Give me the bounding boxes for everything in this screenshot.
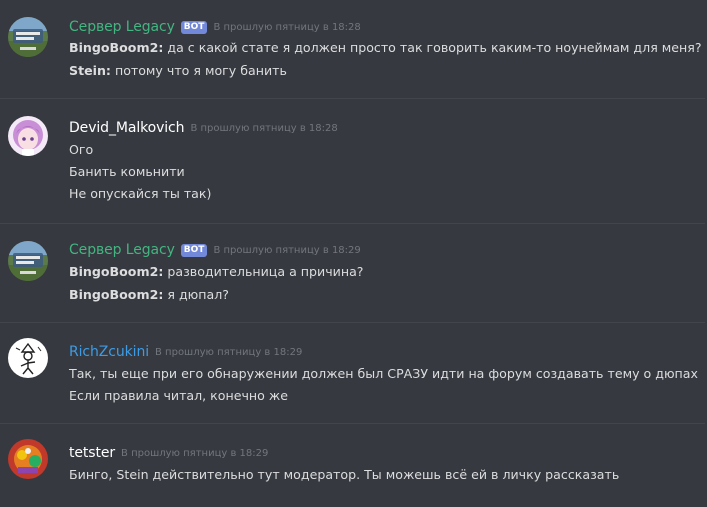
message-text: Так, ты еще при его обнаружении должен б… <box>69 366 698 381</box>
message-header: Devid_Malkovich В прошлую пятницу в 18:2… <box>69 119 338 137</box>
message-text: Ого <box>69 142 94 157</box>
bot-tag: BOT <box>180 243 208 257</box>
colorful-cartoon-avatar-icon[interactable] <box>8 439 48 479</box>
username[interactable]: tetster <box>69 445 115 461</box>
message-group: Сервер Legacy BOT В прошлую пятницу в 18… <box>0 224 707 320</box>
message-line: BingoBoom2: разводительница а причина? <box>69 263 363 281</box>
message-line: Если правила читал, конечно же <box>69 387 288 405</box>
timestamp[interactable]: В прошлую пятницу в 18:29 <box>121 448 268 459</box>
message-group: RichZcukini В прошлую пятницу в 18:29 Та… <box>0 323 707 423</box>
timestamp[interactable]: В прошлую пятницу в 18:29 <box>213 245 360 256</box>
timestamp[interactable]: В прошлую пятницу в 18:28 <box>190 123 337 134</box>
username[interactable]: Сервер Legacy <box>69 19 175 35</box>
message-line: BingoBoom2: да с какой стате я должен пр… <box>69 39 702 57</box>
username[interactable]: Сервер Legacy <box>69 242 175 258</box>
message-text: потому что я могу банить <box>110 63 287 78</box>
quoted-author: BingoBoom2: <box>69 40 164 55</box>
message-line: Так, ты еще при его обнаружении должен б… <box>69 365 698 383</box>
legacy-server-icon[interactable] <box>8 17 48 57</box>
username[interactable]: Devid_Malkovich <box>69 120 185 136</box>
sketch-figure-avatar-icon[interactable] <box>8 338 48 378</box>
chat-messages: Сервер Legacy BOT В прошлую пятницу в 18… <box>0 0 707 507</box>
timestamp[interactable]: В прошлую пятницу в 18:28 <box>213 22 360 33</box>
message-text: я дюпал? <box>163 287 229 302</box>
message-header: Сервер Legacy BOT В прошлую пятницу в 18… <box>69 241 361 259</box>
message-group: Devid_Malkovich В прошлую пятницу в 18:2… <box>0 99 707 223</box>
message-header: tetster В прошлую пятницу в 18:29 <box>69 444 268 462</box>
message-text: разводительница а причина? <box>163 264 364 279</box>
message-line: BingoBoom2: я дюпал? <box>69 286 229 304</box>
message-text: да с какой стате я должен просто так гов… <box>163 40 702 55</box>
timestamp[interactable]: В прошлую пятницу в 18:29 <box>155 347 302 358</box>
message-group: Сервер Legacy BOT В прошлую пятницу в 18… <box>0 0 707 96</box>
message-line: Не опускайся ты так) <box>69 185 211 203</box>
message-text: Не опускайся ты так) <box>69 186 212 201</box>
legacy-server-icon[interactable] <box>8 241 48 281</box>
message-header: RichZcukini В прошлую пятницу в 18:29 <box>69 343 302 361</box>
anime-girl-avatar-icon[interactable] <box>8 116 48 156</box>
message-text: Бинго, Stein действительно тут модератор… <box>69 467 620 482</box>
message-line: Бинго, Stein действительно тут модератор… <box>69 466 619 484</box>
message-line: Ого <box>69 141 93 159</box>
message-text: Если правила читал, конечно же <box>69 388 288 403</box>
username[interactable]: RichZcukini <box>69 344 149 360</box>
quoted-author: Stein: <box>69 63 111 78</box>
quoted-author: BingoBoom2: <box>69 287 164 302</box>
message-group: tetster В прошлую пятницу в 18:29 Бинго,… <box>0 424 707 507</box>
message-line: Stein: потому что я могу банить <box>69 62 287 80</box>
quoted-author: BingoBoom2: <box>69 264 164 279</box>
bot-tag: BOT <box>180 20 208 34</box>
message-text: Банить комьнити <box>69 164 185 179</box>
message-header: Сервер Legacy BOT В прошлую пятницу в 18… <box>69 18 361 36</box>
message-line: Банить комьнити <box>69 163 185 181</box>
